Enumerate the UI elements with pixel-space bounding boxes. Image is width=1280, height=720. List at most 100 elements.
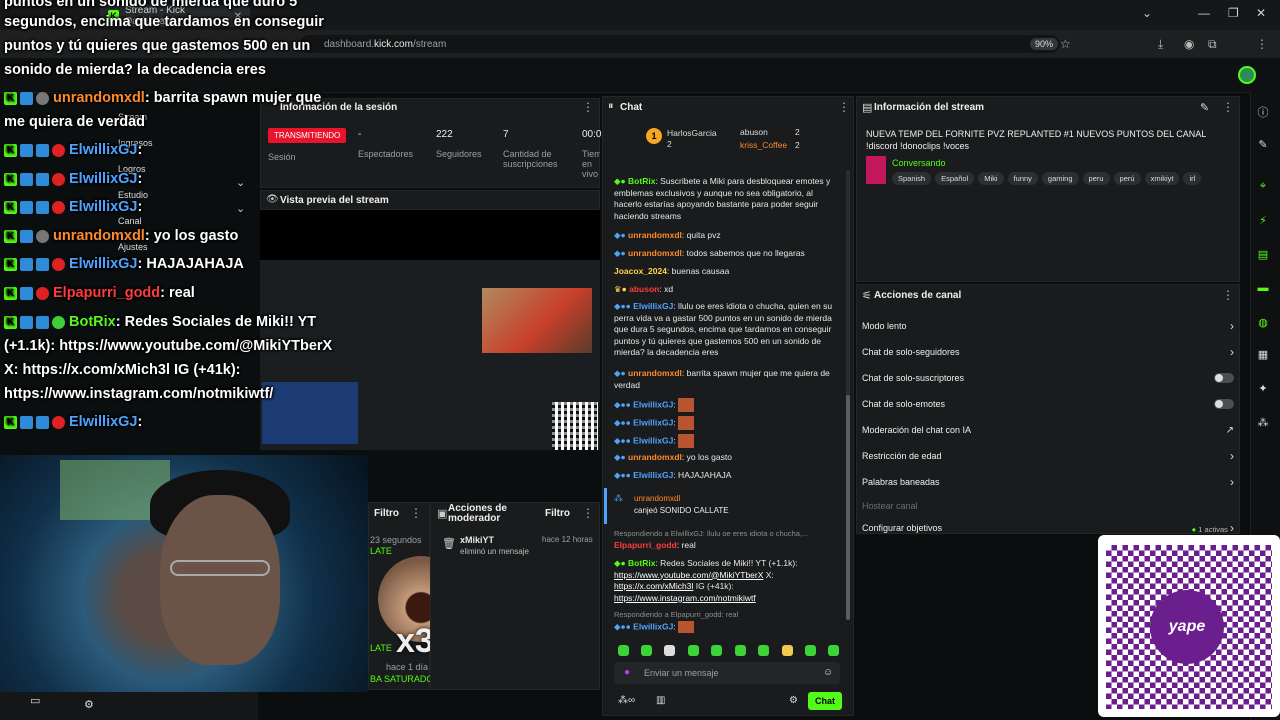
filter-button[interactable]: Filtro (374, 508, 399, 519)
redeem-user[interactable]: unrandomxdl (634, 494, 680, 503)
restore-icon[interactable]: ❐ (1228, 6, 1239, 20)
action-host-channel[interactable]: Hostear canal (862, 497, 1234, 515)
note-icon[interactable]: ▤ (1256, 248, 1270, 262)
zoom-level[interactable]: 90% (1030, 38, 1059, 50)
activity-menu-icon[interactable]: ⋮ (410, 506, 422, 520)
top-gifter-1[interactable]: HarlosGarcia (667, 128, 717, 138)
menu-icon[interactable]: ⋮ (1256, 37, 1268, 51)
address-bar[interactable]: dashboard. kick.com/stream (300, 35, 1060, 53)
chevron-down-icon[interactable]: ⌄ (236, 202, 245, 215)
action-slow-mode[interactable]: Modo lento › (862, 317, 1234, 335)
edit-icon[interactable]: ✎ (1200, 101, 1209, 114)
chat-username[interactable]: ElwillixGJ (633, 435, 673, 445)
overlay-text: : (137, 171, 143, 187)
mic-icon[interactable]: ● (624, 667, 630, 678)
chat-username[interactable]: abuson (629, 284, 659, 294)
chat-username[interactable]: ElwillixGJ (633, 399, 673, 409)
pause-icon[interactable]: ⏸ (608, 100, 614, 113)
tag[interactable]: irl (1183, 172, 1202, 185)
pencil-icon[interactable]: ✎ (1256, 138, 1270, 152)
tag[interactable]: peru (1082, 172, 1110, 185)
emote-button[interactable] (688, 645, 699, 656)
emoji-icon[interactable]: ☺ (823, 667, 833, 678)
chat-input[interactable]: Enviar un mensaje (614, 662, 840, 684)
apps-icon[interactable]: ⁂ (1256, 416, 1270, 430)
bookmark-star-icon[interactable]: ☆ (1060, 37, 1071, 51)
mod-menu-icon[interactable]: ⋮ (582, 506, 594, 520)
sliders-icon: ⚟ (862, 290, 872, 302)
extensions-icon[interactable]: ⧉ (1208, 37, 1217, 52)
chat-username[interactable]: ElwillixGJ (633, 621, 673, 631)
download-icon[interactable]: ⤓ (1158, 37, 1163, 52)
emote-button[interactable] (805, 645, 816, 656)
chat-link-instagram[interactable]: https://www.instagram.com/notmikiwtf (614, 593, 756, 603)
layout-icon[interactable]: ▦ (1256, 348, 1270, 362)
session-menu-icon[interactable]: ⋮ (582, 100, 594, 114)
mod-filter-button[interactable]: Filtro (545, 508, 570, 519)
emote-button[interactable] (664, 645, 675, 656)
chat-bubble-icon[interactable]: ▭ (30, 694, 40, 707)
chevron-down-icon[interactable]: ⌄ (236, 176, 245, 189)
gear-icon[interactable]: ⚙ (84, 698, 94, 711)
account-icon[interactable]: ◉ (1184, 37, 1194, 51)
chat-username[interactable]: unrandomxdl (628, 230, 682, 240)
chat-username[interactable]: ElwillixGJ (633, 417, 673, 427)
chat-username[interactable]: Joacox_2024 (614, 266, 667, 276)
emote-button[interactable] (711, 645, 722, 656)
chevron-down-icon[interactable]: ⌄ (1142, 6, 1152, 20)
emote-button[interactable] (828, 645, 839, 656)
user-avatar[interactable] (1238, 66, 1256, 84)
send-chat-button[interactable]: Chat (808, 692, 842, 710)
chat-username[interactable]: unrandomxdl (628, 368, 682, 378)
chat-scrollbar-thumb[interactable] (846, 395, 850, 620)
action-followers-only[interactable]: Chat de solo-seguidores › (862, 343, 1234, 361)
category-thumbnail[interactable] (866, 156, 886, 184)
chat-username[interactable]: ElwillixGJ (633, 301, 673, 311)
emote-button[interactable] (735, 645, 746, 656)
channel-actions-menu-icon[interactable]: ⋮ (1222, 288, 1234, 302)
clip-icon[interactable]: ⌖ (1256, 180, 1270, 194)
action-ai-moderation[interactable]: Moderación del chat con IA ↗ (862, 421, 1234, 439)
tag[interactable]: Spanish (892, 172, 932, 185)
info-circle-icon[interactable]: ⓘ (1256, 104, 1270, 119)
store-icon[interactable]: ▥ (656, 695, 665, 706)
mod-entry-user[interactable]: xMikiYT (460, 535, 494, 545)
tag[interactable]: xmikiyt (1144, 172, 1180, 185)
emote-button[interactable] (782, 645, 793, 656)
emote-button[interactable] (641, 645, 652, 656)
gift-badge-icon (36, 143, 49, 157)
broadcast-icon[interactable]: ◍ (1256, 316, 1270, 330)
top-gifter-2[interactable]: abuson (740, 127, 768, 137)
action-banned-words[interactable]: Palabras baneadas › (862, 473, 1234, 491)
minimize-icon[interactable]: — (1198, 6, 1210, 20)
bolt-icon[interactable]: ⚡ (1256, 214, 1270, 228)
stream-info-menu-icon[interactable]: ⋮ (1222, 100, 1234, 114)
chat-link-x[interactable]: https://x.com/xMich3l (614, 581, 693, 591)
yape-logo: yape (1150, 590, 1224, 664)
chat-username[interactable]: unrandomxdl (628, 248, 682, 258)
chat-settings-icon[interactable]: ⚙ (789, 695, 798, 706)
emotes-only-toggle[interactable] (1214, 399, 1234, 409)
chat-username[interactable]: ElwillixGJ (633, 470, 673, 480)
tag[interactable]: perú (1113, 172, 1141, 185)
chat-username[interactable]: Elpapurri_godd (614, 540, 677, 550)
chat-menu-icon[interactable]: ⋮ (838, 100, 850, 114)
tag[interactable]: Español (935, 172, 975, 185)
subscribers-only-toggle[interactable] (1214, 373, 1234, 383)
tag[interactable]: funny (1007, 172, 1038, 185)
category-name[interactable]: Conversando (892, 158, 946, 168)
chat-username[interactable]: unrandomxdl (628, 452, 682, 462)
emote-button[interactable] (758, 645, 769, 656)
tag[interactable]: gaming (1041, 172, 1079, 185)
chat-link-youtube[interactable]: https://www.youtube.com/@MikiYTberX (614, 570, 763, 580)
top-gifter-3[interactable]: kriss_Coffee (740, 140, 787, 150)
close-window-icon[interactable]: ✕ (1256, 6, 1266, 20)
emote-button[interactable] (618, 645, 629, 656)
chat-icon[interactable]: ▬ (1256, 282, 1270, 296)
chat-username[interactable]: BotRix (628, 558, 655, 568)
tag[interactable]: Miki (978, 172, 1004, 185)
chat-username[interactable]: BotRix (628, 176, 655, 186)
wrench-icon[interactable]: ✦ (1256, 382, 1270, 396)
points-icon[interactable]: ⁂∞ (618, 695, 635, 706)
action-age-restriction[interactable]: Restricción de edad › (862, 447, 1234, 465)
